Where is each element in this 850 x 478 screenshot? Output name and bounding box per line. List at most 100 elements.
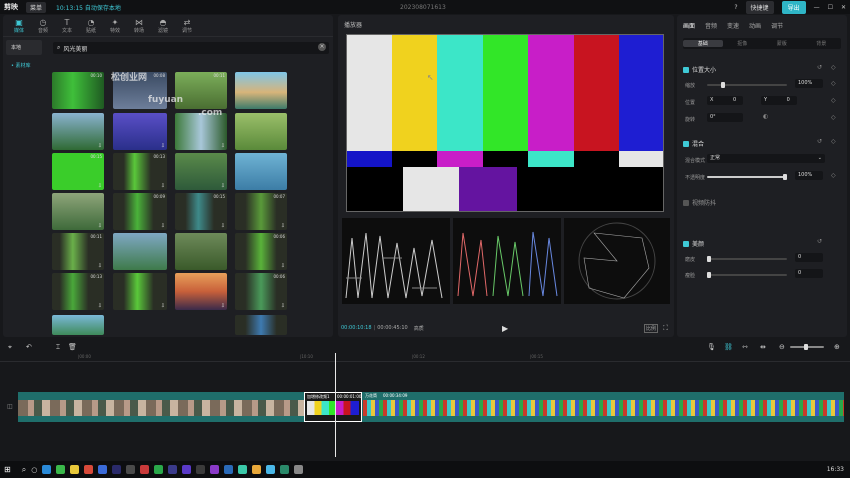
link-icon[interactable]: ⛓ <box>724 343 733 351</box>
taskbar-app-icon[interactable] <box>224 465 234 474</box>
zoom-slider-knob[interactable] <box>804 344 808 350</box>
tab-speed[interactable]: 变速 <box>727 21 739 30</box>
reset-icon[interactable]: ↺ <box>817 238 822 245</box>
media-thumb[interactable]: 00:15 ⇩ <box>52 153 104 190</box>
mic-icon[interactable]: 🎙 <box>707 343 716 351</box>
scale-field[interactable]: 100% <box>795 79 823 88</box>
blend-checkbox[interactable] <box>683 140 689 147</box>
thin-face-slider[interactable] <box>707 272 787 278</box>
tool-adjust[interactable]: ⇄ 调节 <box>179 18 195 34</box>
media-thumb[interactable]: 00:10 <box>52 72 104 109</box>
keyframe-icon[interactable]: ◇ <box>831 172 836 179</box>
sidenav-library[interactable]: • 素材库 <box>6 58 42 73</box>
maximize-icon[interactable]: ☐ <box>828 4 833 11</box>
media-thumb[interactable] <box>235 315 287 335</box>
clip-landscape[interactable] <box>18 400 304 416</box>
media-thumb[interactable]: 00:09 ⇩ <box>113 193 167 230</box>
zoom-out-icon[interactable]: ⊖ <box>779 343 785 351</box>
media-thumb[interactable]: 00:06 ⇩ <box>235 233 287 270</box>
quality-selector[interactable]: 高质 <box>414 325 424 332</box>
taskbar-app-icon[interactable] <box>42 465 52 474</box>
delete-icon[interactable]: 🗑 <box>68 343 77 351</box>
clip-color-bars[interactable]: 加增修改频1 00:00:01:00 <box>304 392 362 422</box>
sidenav-local[interactable]: 本地 <box>6 40 42 55</box>
tool-audio[interactable]: ◷ 音频 <box>35 18 51 34</box>
taskbar-app-icon[interactable] <box>154 465 164 474</box>
tab-picture[interactable]: 画面 <box>683 21 695 30</box>
media-thumb[interactable]: ⇩ <box>52 193 104 230</box>
subtab-background[interactable]: 背景 <box>802 40 842 47</box>
subtab-basic[interactable]: 基础 <box>683 40 723 47</box>
taskbar-app-icon[interactable] <box>210 465 220 474</box>
taskbar-app-icon[interactable] <box>112 465 122 474</box>
subtab-cutout[interactable]: 抠像 <box>723 40 763 47</box>
position-size-checkbox[interactable] <box>683 66 689 73</box>
taskbar-app-icon[interactable] <box>70 465 80 474</box>
rotate-field[interactable]: 0° <box>707 113 743 122</box>
taskbar-app-icon[interactable] <box>84 465 94 474</box>
smooth-slider[interactable] <box>707 256 787 262</box>
media-thumb[interactable]: 00:13 ⇩ <box>52 273 104 310</box>
close-icon[interactable]: ✕ <box>841 4 846 11</box>
taskbar-app-icon[interactable] <box>126 465 136 474</box>
keyframe-icon[interactable]: ◇ <box>831 80 836 87</box>
media-thumb[interactable]: 00:07 ⇩ <box>235 193 287 230</box>
fullscreen-icon[interactable]: ⛶ <box>663 324 668 333</box>
start-icon[interactable]: ⊞ <box>4 465 11 474</box>
export-button[interactable]: 导出 <box>781 0 806 14</box>
keyframe-icon[interactable]: ◇ <box>831 64 836 71</box>
taskbar-app-icon[interactable] <box>196 465 206 474</box>
thin-face-field[interactable]: 0 <box>795 269 823 278</box>
media-thumb[interactable]: ⇩ <box>175 153 227 190</box>
track-lock-icon[interactable]: ◫ <box>7 403 13 410</box>
taskview-icon[interactable]: ○ <box>31 466 37 474</box>
tab-adjust[interactable]: 调节 <box>771 21 783 30</box>
split-icon[interactable]: ⌶ <box>56 343 60 352</box>
play-icon[interactable]: ▶ <box>502 324 508 333</box>
taskbar-app-icon[interactable] <box>98 465 108 474</box>
media-thumb[interactable] <box>113 233 167 270</box>
thin-face-slider-knob[interactable] <box>707 272 711 278</box>
media-thumb[interactable]: 00:15 ⇩ <box>175 193 227 230</box>
keyframe-icon[interactable]: ◇ <box>831 138 836 145</box>
taskbar-app-icon[interactable] <box>266 465 276 474</box>
taskbar-app-icon[interactable] <box>238 465 248 474</box>
tool-sticker[interactable]: ◔ 贴纸 <box>83 18 99 34</box>
media-thumb[interactable] <box>175 233 227 270</box>
keyframe-icon[interactable]: ◇ <box>831 97 836 104</box>
search-taskbar-icon[interactable]: ⌕ <box>22 465 26 475</box>
clip-kaleidoscope[interactable]: 万花筒 00:00:34:09 <box>363 392 844 422</box>
media-thumb[interactable]: ⇩ <box>175 273 227 310</box>
tool-media[interactable]: ▣ 媒体 <box>11 18 27 34</box>
media-thumb[interactable] <box>52 315 104 335</box>
taskbar-app-icon[interactable] <box>182 465 192 474</box>
snap-icon[interactable]: ⇿ <box>742 343 748 351</box>
timeline-zoom-slider[interactable] <box>790 344 824 350</box>
media-thumb[interactable]: ⇩ <box>113 113 167 150</box>
position-x-field[interactable]: X 0 <box>707 96 743 105</box>
opacity-slider[interactable] <box>707 174 787 180</box>
zoom-in-icon[interactable]: ⊕ <box>834 343 840 351</box>
opacity-slider-knob[interactable] <box>783 174 787 180</box>
preview-axis-icon[interactable]: ⇹ <box>760 343 766 351</box>
media-thumb[interactable] <box>235 153 287 190</box>
tab-audio[interactable]: 音频 <box>705 21 717 30</box>
stabilize-checkbox[interactable] <box>683 199 689 206</box>
tool-filter[interactable]: ◓ 滤镜 <box>155 18 171 34</box>
beauty-checkbox[interactable] <box>683 240 689 247</box>
taskbar-app-icon[interactable] <box>168 465 178 474</box>
scale-slider-knob[interactable] <box>721 82 725 88</box>
rotate-dial-icon[interactable]: ◐ <box>763 113 768 120</box>
media-thumb[interactable]: ⇩ <box>52 113 104 150</box>
scale-slider[interactable] <box>707 82 787 88</box>
reset-icon[interactable]: ↺ <box>817 64 822 71</box>
select-tool-icon[interactable]: ⌖ <box>8 343 12 352</box>
search-input[interactable]: ⌕ 风光美丽 × <box>53 42 329 54</box>
smooth-field[interactable]: 0 <box>795 253 823 262</box>
timeline-playhead[interactable] <box>335 353 336 457</box>
shortcut-button[interactable]: 快捷键 <box>745 0 774 14</box>
keyframe-icon[interactable]: ◇ <box>831 114 836 121</box>
taskbar-app-icon[interactable] <box>56 465 66 474</box>
clear-search-icon[interactable]: × <box>318 43 326 51</box>
timeline-ruler[interactable]: |00:00 |10:10 |00:12 |00:15 <box>0 352 850 362</box>
